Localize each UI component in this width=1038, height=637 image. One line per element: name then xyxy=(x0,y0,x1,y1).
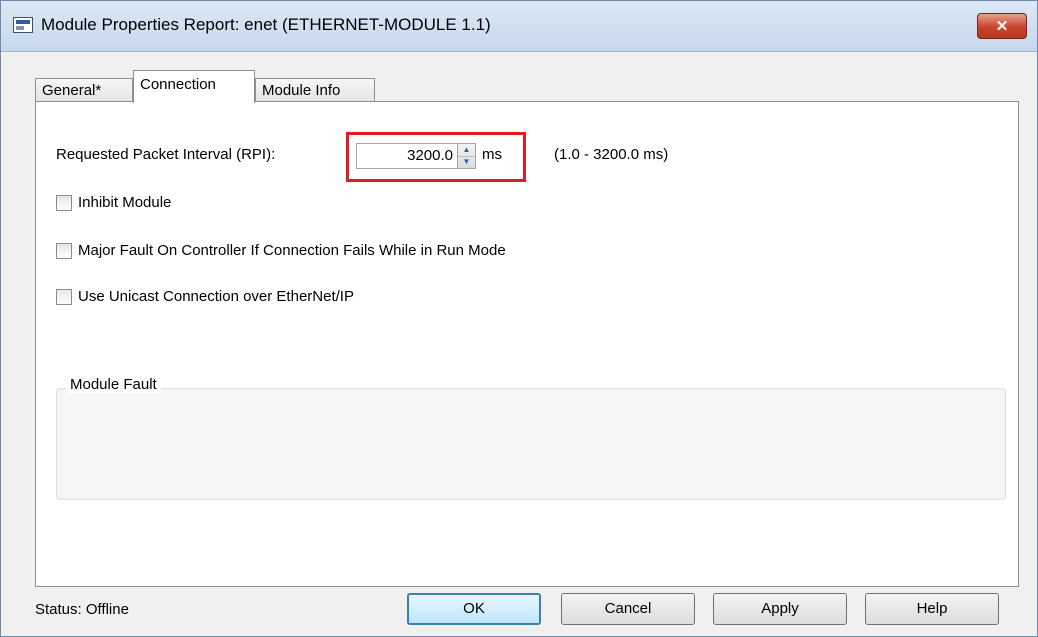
cancel-button[interactable]: Cancel xyxy=(561,593,695,625)
unicast-label: Use Unicast Connection over EtherNet/IP xyxy=(78,288,354,305)
status-text: Status: Offline xyxy=(35,601,129,618)
inhibit-module-label: Inhibit Module xyxy=(78,194,172,211)
module-fault-label: Module Fault xyxy=(66,376,161,393)
tab-module-info[interactable]: Module Info xyxy=(255,78,375,102)
close-button[interactable]: ✕ xyxy=(977,13,1027,39)
window-title: Module Properties Report: enet (ETHERNET… xyxy=(41,15,491,34)
help-button[interactable]: Help xyxy=(865,593,999,625)
unicast-checkbox-row[interactable]: Use Unicast Connection over EtherNet/IP xyxy=(56,288,354,305)
tab-general-label: General* xyxy=(42,82,102,99)
major-fault-checkbox[interactable] xyxy=(56,242,72,259)
ok-button[interactable]: OK xyxy=(407,593,541,625)
rpi-range: (1.0 - 3200.0 ms) xyxy=(554,146,669,163)
unicast-checkbox[interactable] xyxy=(56,288,72,305)
dialog-window: Module Properties Report: enet (ETHERNET… xyxy=(0,0,1038,637)
major-fault-checkbox-row[interactable]: Major Fault On Controller If Connection … xyxy=(56,242,506,259)
tab-connection-label: Connection xyxy=(140,76,216,93)
rpi-spinner[interactable]: ▲ ▼ xyxy=(458,143,476,169)
module-fault-group xyxy=(56,388,1006,500)
close-icon: ✕ xyxy=(995,18,1009,35)
title-bar[interactable]: Module Properties Report: enet (ETHERNET… xyxy=(1,1,1037,52)
tab-general[interactable]: General* xyxy=(35,78,133,102)
tab-module-info-label: Module Info xyxy=(262,82,341,99)
rpi-input[interactable]: 3200.0 xyxy=(356,143,458,169)
dialog-client-area: General* Connection Module Info Requeste… xyxy=(9,53,1031,631)
inhibit-module-checkbox-row[interactable]: Inhibit Module xyxy=(56,194,171,211)
connection-tab-panel: Requested Packet Interval (RPI): 3200.0 … xyxy=(35,101,1019,587)
major-fault-label: Major Fault On Controller If Connection … xyxy=(78,242,506,259)
apply-button[interactable]: Apply xyxy=(713,593,847,625)
spin-down-arrow-icon[interactable]: ▼ xyxy=(458,156,475,168)
tab-connection[interactable]: Connection xyxy=(133,70,255,103)
app-window-icon xyxy=(13,17,33,33)
inhibit-module-checkbox[interactable] xyxy=(56,194,72,211)
rpi-unit: ms xyxy=(482,146,502,163)
rpi-label: Requested Packet Interval (RPI): xyxy=(56,146,276,163)
